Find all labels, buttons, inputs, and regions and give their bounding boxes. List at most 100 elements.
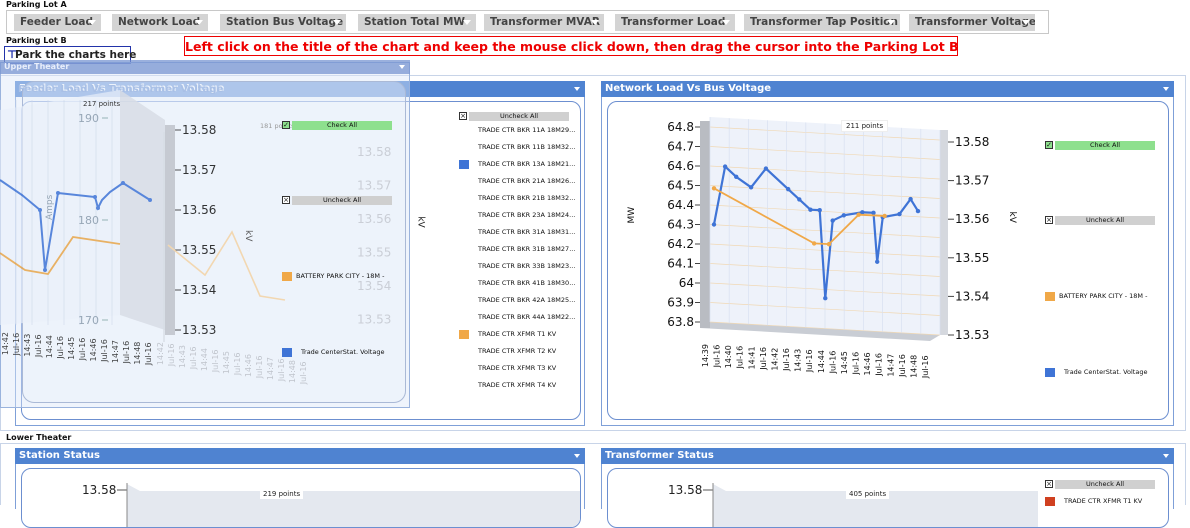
- legend-swatch: [459, 364, 469, 373]
- legend-label: BATTERY PARK CITY - 18M -: [296, 272, 385, 280]
- tab-station-bus-voltage[interactable]: Station Bus Voltage: [220, 14, 346, 31]
- chevron-down-icon[interactable]: [1163, 454, 1169, 458]
- x-tick-label: Jul-16: [34, 334, 43, 358]
- legend-swatch: [459, 347, 469, 356]
- x-tick-label: Jul-16: [78, 338, 87, 362]
- uncheck-all-checkbox[interactable]: ×: [1045, 216, 1053, 224]
- y-tick-label: 64: [679, 276, 694, 290]
- legend-label: BATTERY PARK CITY - 18M -: [1059, 292, 1148, 300]
- tab-transformer-voltage[interactable]: Transformer Voltage: [909, 14, 1035, 31]
- x-tick-label: 14:44: [817, 350, 826, 373]
- check-all-button[interactable]: Check All: [292, 121, 392, 130]
- legend-label: TRADE CTR XFMR T1 KV: [478, 330, 557, 338]
- data-point: [811, 241, 817, 246]
- tab-transformer-load[interactable]: Transformer Load: [615, 14, 735, 31]
- data-point: [763, 166, 769, 171]
- y2-tick-label: 13.57: [182, 163, 216, 177]
- right-axis-bar: [165, 125, 175, 335]
- x-tick-label: 14:43: [794, 349, 803, 372]
- uncheck-all-button[interactable]: Uncheck All: [1055, 480, 1155, 489]
- y2-axis-label: kV: [243, 230, 253, 242]
- network-panel-header[interactable]: Network Load Vs Bus Voltage: [601, 81, 1174, 97]
- parking-lot-b-label: Parking Lot B: [6, 36, 67, 45]
- data-point: [711, 186, 717, 191]
- data-point: [897, 211, 902, 217]
- x-tick-label: Jul-16: [12, 333, 21, 357]
- tab-feeder-load[interactable]: Feeder Load: [14, 14, 101, 31]
- transformer-legend: × Uncheck All TRADE CTR XFMR T1 KV: [1045, 480, 1170, 510]
- check-all-button[interactable]: Check All: [1055, 141, 1155, 150]
- network-panel-body: 64.8 64.7 64.6 64.5 64.4 64.3 64.2 64.1 64 63.9 63…: [601, 97, 1174, 426]
- tab-transformer-tap-position[interactable]: Transformer Tap Position: [744, 14, 900, 31]
- y2-tick-label: 13.56: [182, 203, 216, 217]
- chevron-down-icon[interactable]: [722, 20, 730, 25]
- y2-tick-label: 13.58: [182, 123, 216, 137]
- station-panel-header[interactable]: Station Status: [15, 448, 585, 464]
- x-tick-label: 14:42: [1, 332, 10, 355]
- y2-tick-label: 13.53: [955, 328, 989, 342]
- chevron-down-icon[interactable]: [463, 20, 471, 25]
- y-tick-label: 64.1: [667, 257, 694, 271]
- lower-theater-label: Lower Theater: [6, 433, 72, 442]
- tab-label: Station Bus Voltage: [226, 16, 344, 28]
- chevron-down-icon[interactable]: [1022, 20, 1030, 25]
- data-point: [797, 197, 802, 202]
- tab-transformer-mvar[interactable]: Transformer MVAR: [484, 14, 604, 31]
- tab-network-load[interactable]: Network Load: [112, 14, 208, 31]
- chevron-down-icon[interactable]: [333, 20, 341, 25]
- uncheck-all-checkbox[interactable]: ×: [282, 196, 290, 204]
- chevron-down-icon[interactable]: [195, 20, 203, 25]
- y2-axis-label: kV: [1007, 212, 1017, 224]
- data-point: [43, 268, 47, 272]
- data-point: [871, 210, 876, 216]
- x-tick-label: Jul-16: [828, 351, 837, 375]
- data-point: [826, 241, 832, 247]
- y2-tick-label: 13.53: [182, 323, 216, 337]
- x-tick-label: Jul-16: [759, 347, 768, 371]
- uncheck-all-checkbox[interactable]: ×: [459, 112, 467, 120]
- check-all-checkbox[interactable]: ✓: [282, 121, 290, 129]
- data-point: [38, 208, 42, 212]
- data-point: [841, 213, 847, 218]
- y2-tick-label: 13.55: [955, 251, 989, 265]
- chevron-down-icon[interactable]: [1163, 87, 1169, 91]
- chevron-down-icon[interactable]: [574, 454, 580, 458]
- chevron-down-icon[interactable]: [887, 20, 895, 25]
- y2-tick-label: 13.57: [955, 174, 989, 188]
- parking-lot-a[interactable]: Feeder Load Network Load Station Bus Vol…: [6, 10, 1049, 34]
- station-panel-body: 13.58 219 points: [15, 464, 585, 528]
- data-point: [882, 213, 887, 219]
- network-chart: 64.8 64.7 64.6 64.5 64.4 64.3 64.2 64.1 64 63.9 63…: [627, 117, 1017, 379]
- x-tick-label: Jul-16: [736, 346, 745, 370]
- chevron-down-icon[interactable]: [591, 20, 599, 25]
- data-point: [908, 196, 913, 202]
- points-label: 217 points: [83, 100, 121, 108]
- x-tick-label: Jul-16: [211, 350, 220, 374]
- chevron-down-icon[interactable]: [399, 65, 405, 69]
- station-chart-frame: 13.58 219 points: [21, 468, 581, 528]
- axis-top-tick: 13.58: [668, 483, 703, 497]
- legend-label: TRADE CTR BKR 42A 18M25...: [478, 296, 576, 304]
- uncheck-all-button[interactable]: Uncheck All: [1055, 216, 1155, 225]
- uncheck-all-checkbox[interactable]: ×: [1045, 480, 1053, 488]
- x-tick-label: Jul-16: [805, 349, 814, 373]
- legend-label: TRADE CTR XFMR T3 KV: [478, 364, 557, 372]
- plot-wall: [0, 90, 120, 325]
- tab-station-total-mw[interactable]: Station Total MW: [358, 14, 476, 31]
- chevron-down-icon[interactable]: [88, 20, 96, 25]
- x-tick-label: Jul-16: [56, 336, 65, 360]
- axis-top-tick: 13.58: [82, 483, 117, 497]
- check-all-checkbox[interactable]: ✓: [1045, 141, 1053, 149]
- y-tick-label: 170: [78, 314, 99, 327]
- chevron-down-icon[interactable]: [574, 87, 580, 91]
- network-legend: ✓ Check All × Uncheck All BATTERY PARK C…: [1045, 141, 1170, 381]
- uncheck-all-button[interactable]: Uncheck All: [469, 112, 569, 121]
- x-tick-label: Jul-16: [144, 342, 153, 366]
- uncheck-all-button[interactable]: Uncheck All: [292, 196, 392, 205]
- legend-label: TRADE CTR XFMR T2 KV: [478, 347, 557, 355]
- data-point: [93, 195, 97, 199]
- data-point: [734, 174, 739, 180]
- tab-label: Feeder Load: [20, 16, 93, 28]
- transformer-panel-header[interactable]: Transformer Status: [601, 448, 1174, 464]
- instructions-banner: Left click on the title of the chart and…: [184, 36, 959, 56]
